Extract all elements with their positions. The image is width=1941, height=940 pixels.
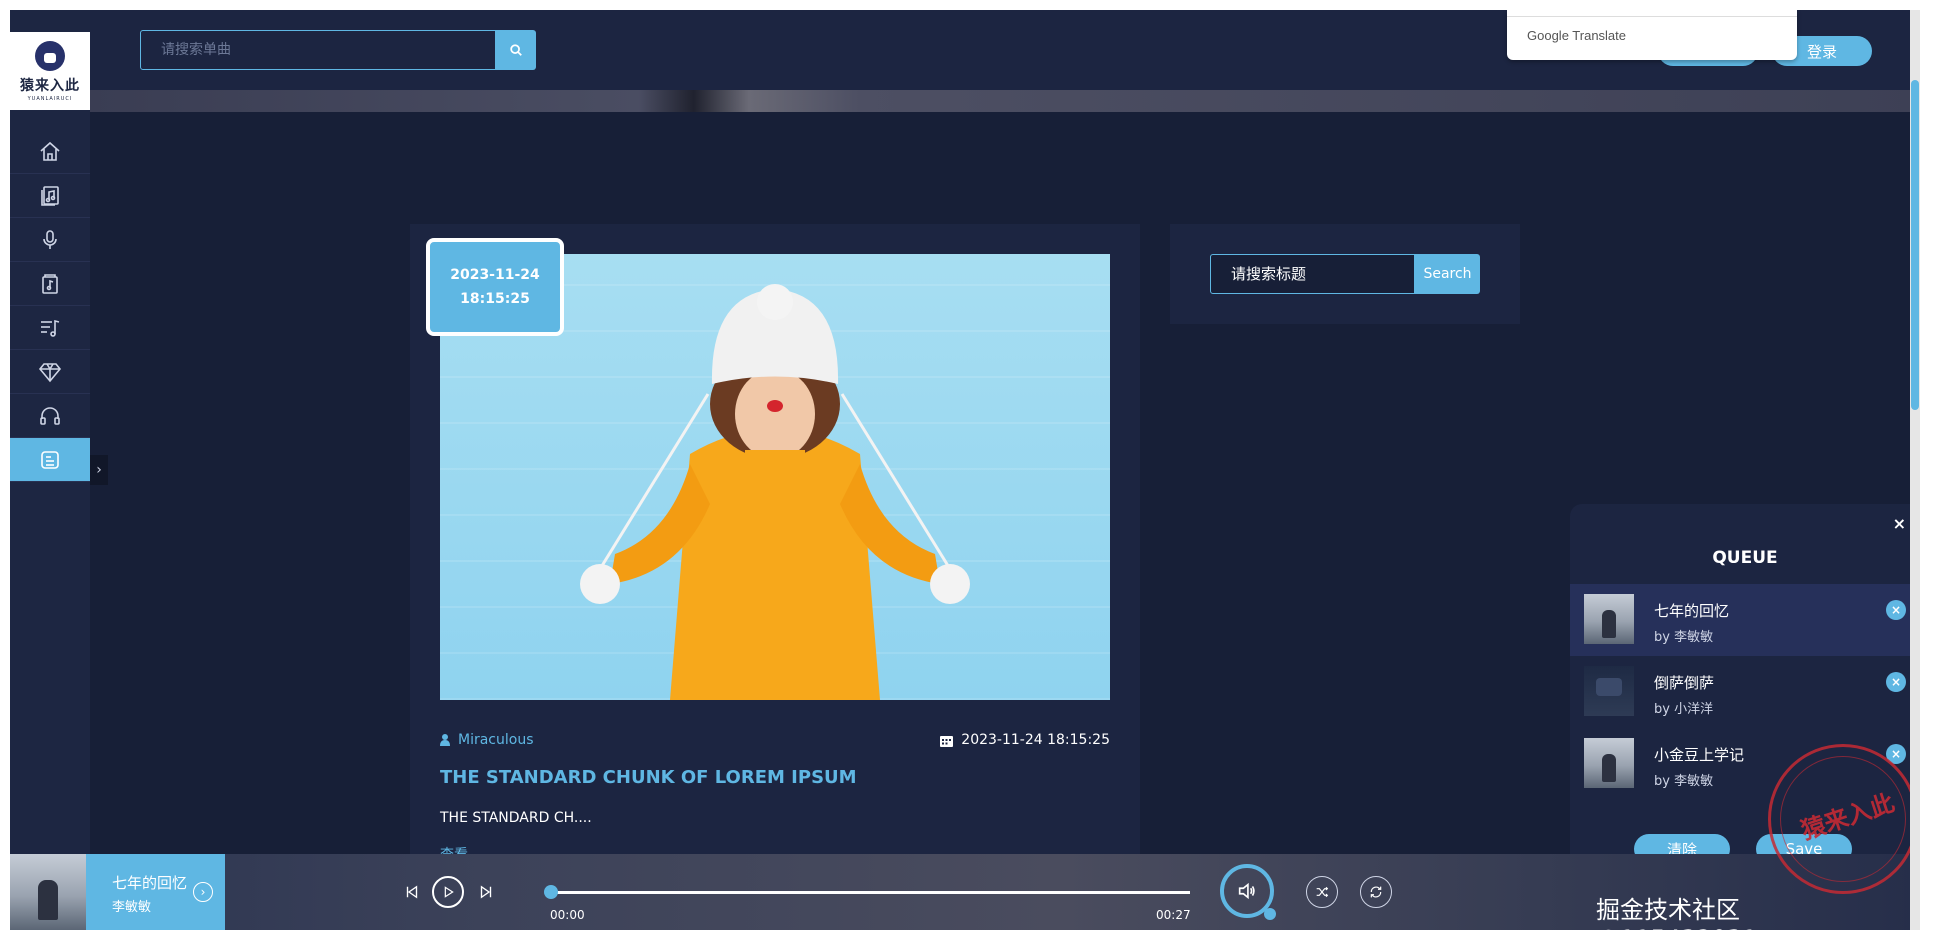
post-title[interactable]: THE STANDARD CHUNK OF LOREM IPSUM (440, 767, 857, 788)
post-date-text: 2023-11-24 18:15:25 (961, 732, 1110, 748)
title-search-button[interactable]: Search (1415, 254, 1480, 294)
sidebar-item-albums[interactable] (10, 262, 90, 306)
queue-item-cover (1584, 666, 1634, 716)
logo-mark-icon (35, 40, 65, 71)
queue-item-remove-button[interactable]: × (1886, 672, 1906, 692)
blog-icon (41, 450, 59, 469)
sidebar-item-home[interactable] (10, 130, 90, 174)
close-icon: × (1890, 603, 1902, 617)
badge-time: 18:15:25 (460, 291, 530, 307)
search-icon (510, 44, 522, 56)
sidebar-item-blog[interactable] (10, 438, 90, 482)
queue-item-name: 小金豆上学记 (1654, 746, 1745, 764)
page-scrollbar-thumb[interactable] (1911, 80, 1919, 410)
queue-item-artist: by 小洋洋 (1654, 702, 1714, 717)
previous-track-button[interactable] (400, 880, 424, 904)
queue-item-artist: by 李敏敏 (1654, 630, 1714, 645)
close-icon: × (1890, 675, 1902, 689)
queue-close-button[interactable]: × (1893, 514, 1906, 533)
repeat-button[interactable] (1360, 876, 1392, 908)
now-playing-cover (10, 854, 86, 930)
queue-item-cover (1584, 738, 1634, 788)
song-search-input[interactable] (140, 30, 496, 70)
chevron-right-icon: › (200, 885, 206, 899)
queue-item-name: 倒萨倒萨 (1654, 674, 1715, 692)
progress-handle[interactable] (544, 885, 558, 899)
watermark-stamp-text: 猿来入此 (1797, 788, 1898, 846)
queue-item-remove-button[interactable]: × (1886, 600, 1906, 620)
title-search: Search (1210, 254, 1480, 294)
volume-control[interactable] (1220, 864, 1276, 920)
sidebar: 猿来入此 YUANLAIRUCI (10, 10, 90, 930)
play-button[interactable] (432, 876, 464, 908)
headphones-icon (40, 406, 60, 425)
queue-item-name: 七年的回忆 (1654, 602, 1730, 620)
queue-title: QUEUE (1712, 548, 1778, 568)
total-time: 00:27 (1156, 908, 1191, 922)
sidebar-item-listen[interactable] (10, 394, 90, 438)
diamond-icon (38, 362, 62, 382)
home-icon (40, 141, 60, 161)
post-meta: Miraculous 2023-11-24 18:15:25 (440, 732, 1110, 752)
blog-post-card: 2023-11-24 18:15:25 Miraculous 2023-11-2… (410, 224, 1140, 930)
post-date: 2023-11-24 18:15:25 (940, 732, 1110, 748)
sidebar-item-vip[interactable] (10, 350, 90, 394)
badge-date: 2023-11-24 (450, 267, 540, 283)
next-track-button[interactable] (474, 880, 498, 904)
queue-item[interactable]: 七年的回忆 by 李敏敏 × (1570, 584, 1920, 656)
post-author[interactable]: Miraculous (440, 732, 534, 748)
shuffle-button[interactable] (1306, 876, 1338, 908)
now-playing-info: 七年的回忆 李敏敏 › (86, 854, 225, 930)
music-library-icon (41, 185, 59, 206)
user-icon (440, 734, 450, 746)
song-search (140, 30, 536, 70)
logo-subtitle: YUANLAIRUCI (27, 95, 73, 102)
post-excerpt: THE STANDARD CH.... (440, 810, 592, 826)
volume-icon (1238, 882, 1255, 900)
queue-item-cover (1584, 594, 1634, 644)
hero-banner-strip (90, 90, 1920, 112)
playlist-icon (41, 319, 60, 337)
calendar-icon (940, 735, 954, 747)
sidebar-item-artists[interactable] (10, 218, 90, 262)
queue-item[interactable]: 倒萨倒萨 by 小洋洋 × (1570, 656, 1920, 728)
skip-back-icon (406, 885, 418, 899)
watermark-stamp: 猿来入此 (1768, 744, 1918, 894)
shuffle-icon (1316, 886, 1329, 898)
app-window: 登录 Google Translate 猿来入此 YUANLAIRUCI (10, 10, 1920, 930)
page-scrollbar[interactable] (1910, 10, 1920, 930)
queue-item-artist: by 李敏敏 (1654, 774, 1714, 789)
progress-bar[interactable] (544, 885, 1190, 899)
current-time: 00:00 (550, 908, 585, 922)
watermark-text: 掘金技术社区 @115432031q (1596, 896, 1773, 930)
sidebar-item-playlists[interactable] (10, 306, 90, 350)
album-icon (42, 273, 58, 294)
title-search-input[interactable] (1210, 254, 1415, 294)
skip-forward-icon (480, 885, 492, 899)
google-translate-popup[interactable]: Google Translate (1507, 10, 1797, 60)
sidebar-item-music-library[interactable] (10, 174, 90, 218)
repeat-icon (1370, 886, 1382, 898)
song-search-button[interactable] (496, 30, 536, 70)
now-playing-expand-button[interactable]: › (193, 882, 213, 902)
logo-name: 猿来入此 (20, 77, 80, 94)
title-search-card: Search (1170, 224, 1520, 324)
now-playing-title: 七年的回忆 (112, 874, 188, 892)
microphone-icon (43, 229, 57, 249)
chevron-right-icon: › (96, 462, 102, 478)
logo[interactable]: 猿来入此 YUANLAIRUCI (10, 32, 90, 110)
play-icon (444, 886, 454, 898)
sidebar-expand-toggle[interactable]: › (90, 455, 108, 485)
now-playing-artist: 李敏敏 (112, 900, 152, 915)
google-translate-label: Google Translate (1527, 28, 1627, 43)
close-icon: × (1890, 747, 1902, 761)
sidebar-nav (10, 130, 90, 482)
post-author-name: Miraculous (458, 732, 534, 748)
post-date-badge: 2023-11-24 18:15:25 (426, 238, 564, 336)
